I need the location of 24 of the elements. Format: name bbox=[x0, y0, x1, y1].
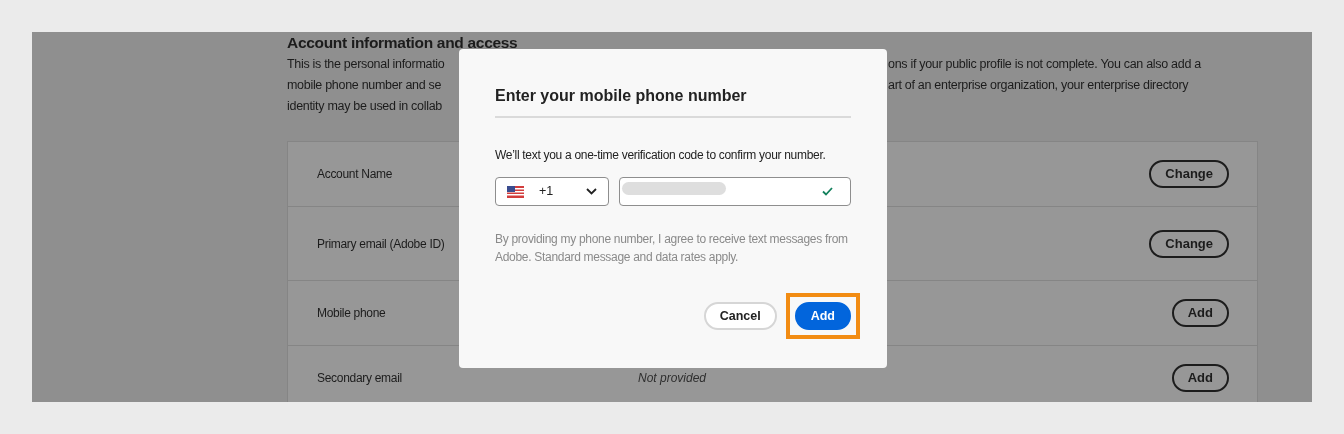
phone-input-field[interactable] bbox=[619, 177, 851, 206]
row-action-button[interactable]: Add bbox=[1171, 299, 1229, 327]
intro-text: art of an enterprise organization, your enterprise directory bbox=[888, 78, 1189, 92]
dialog-title: Enter your mobile phone number bbox=[495, 86, 747, 106]
chevron-down-icon bbox=[586, 188, 597, 195]
add-button[interactable]: Add bbox=[794, 302, 851, 330]
intro-text: identity may be used in collab bbox=[287, 99, 442, 113]
row-action-button[interactable]: Change bbox=[1149, 160, 1229, 188]
country-code-select[interactable]: +1 bbox=[495, 177, 609, 206]
row-label: Primary email (Adobe ID) bbox=[317, 236, 445, 251]
row-action-button[interactable]: Add bbox=[1171, 364, 1229, 392]
row-value: Not provided bbox=[638, 370, 707, 387]
cancel-button[interactable]: Cancel bbox=[703, 302, 777, 330]
intro-text: This is the personal informatio bbox=[287, 57, 445, 71]
row-label: Account Name bbox=[317, 167, 393, 181]
row-label: Secondary email bbox=[317, 371, 402, 385]
flag-icon bbox=[507, 185, 524, 198]
row-action-button[interactable]: Change bbox=[1149, 229, 1229, 258]
dialog-message: We’ll text you a one-time verification code to confirm your number. bbox=[495, 147, 826, 163]
disclaimer-text: By providing my phone number, I agree to receive text messages from Adobe. Standard message and data rates apply. bbox=[495, 231, 849, 266]
intro-text: mobile phone number and se bbox=[287, 78, 442, 92]
section-heading: Account information and access bbox=[287, 33, 518, 51]
row-label: Mobile phone bbox=[317, 306, 386, 320]
intro-text: ons if your public profile is not complete. You can also add a bbox=[888, 57, 1201, 71]
